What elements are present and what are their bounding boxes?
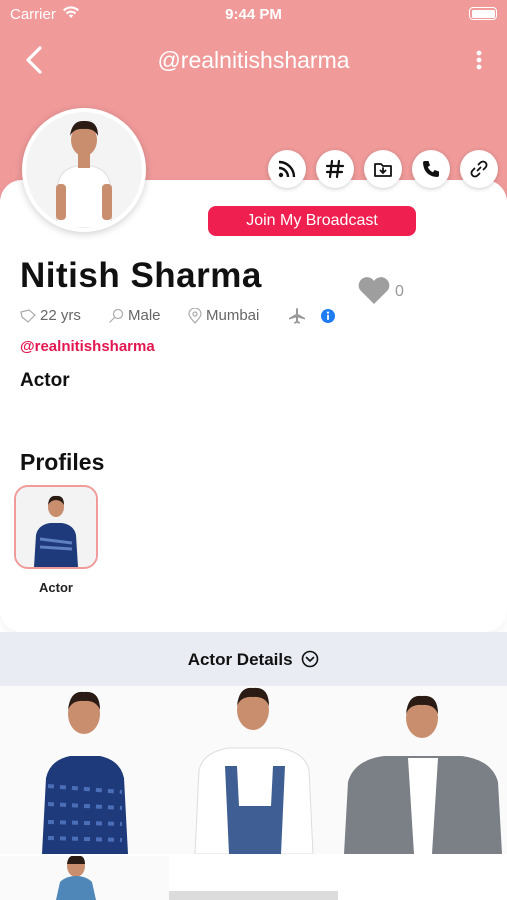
rss-button[interactable] — [268, 150, 306, 188]
age-info: 22 yrs — [20, 307, 81, 324]
info-icon[interactable] — [320, 308, 336, 324]
like-count: 0 — [395, 283, 404, 300]
hashtag-button[interactable] — [316, 150, 354, 188]
photo-grid — [0, 686, 507, 900]
travel-info[interactable] — [288, 307, 340, 325]
heart-icon — [358, 277, 390, 304]
details-bar: Actor Details — [0, 632, 507, 686]
gender-info: Male — [108, 307, 161, 324]
profile-tile-label: Actor — [39, 580, 73, 595]
airplane-icon — [289, 308, 305, 324]
rss-icon — [278, 160, 296, 178]
like-button[interactable] — [356, 276, 392, 306]
join-broadcast-button[interactable]: Join My Broadcast — [208, 206, 416, 236]
profile-role: Actor — [20, 370, 70, 391]
gallery-photo[interactable] — [0, 686, 169, 854]
phone-icon — [423, 161, 439, 177]
nav-bar: @realnitishsharma — [0, 36, 507, 84]
location-pin-icon — [188, 307, 202, 324]
actor-details-toggle[interactable]: Actor Details — [0, 650, 507, 670]
gallery-photo[interactable] — [0, 856, 169, 900]
gallery-photo-image — [338, 686, 507, 854]
location-text: Mumbai — [206, 307, 260, 324]
gallery-photo[interactable] — [338, 686, 507, 854]
gallery-photo-image — [169, 686, 338, 854]
profile-tile-actor[interactable] — [14, 485, 98, 569]
age-icon — [20, 308, 36, 323]
hashtag-icon — [325, 159, 345, 179]
profile-name: Nitish Sharma — [20, 256, 262, 295]
age-text: 22 yrs — [40, 307, 81, 324]
gallery-photo[interactable] — [169, 891, 338, 900]
profile-tile-photo — [16, 487, 96, 567]
more-vertical-icon — [476, 50, 482, 70]
download-folder-button[interactable] — [364, 150, 402, 188]
profiles-section-title: Profiles — [20, 449, 105, 475]
status-time: 9:44 PM — [225, 6, 282, 23]
chevron-down-circle-icon — [301, 650, 319, 668]
avatar-photo — [26, 112, 142, 228]
phone-button[interactable] — [412, 150, 450, 188]
battery-icon — [469, 7, 497, 20]
download-folder-icon — [374, 163, 392, 177]
gender-text: Male — [128, 307, 161, 324]
profile-handle[interactable]: @realnitishsharma — [20, 338, 155, 355]
profile-avatar[interactable] — [22, 108, 146, 232]
status-bar: Carrier 9:44 PM — [0, 0, 507, 28]
actor-details-label: Actor Details — [187, 650, 293, 669]
location-info: Mumbai — [188, 307, 259, 324]
gender-icon — [109, 308, 124, 323]
more-options-button[interactable] — [469, 46, 489, 74]
gallery-photo-image — [0, 686, 169, 854]
gallery-photo-image — [0, 856, 169, 900]
link-button[interactable] — [460, 150, 498, 188]
gallery-photo[interactable] — [169, 686, 338, 854]
link-icon — [470, 160, 488, 178]
nav-title: @realnitishsharma — [157, 47, 350, 73]
